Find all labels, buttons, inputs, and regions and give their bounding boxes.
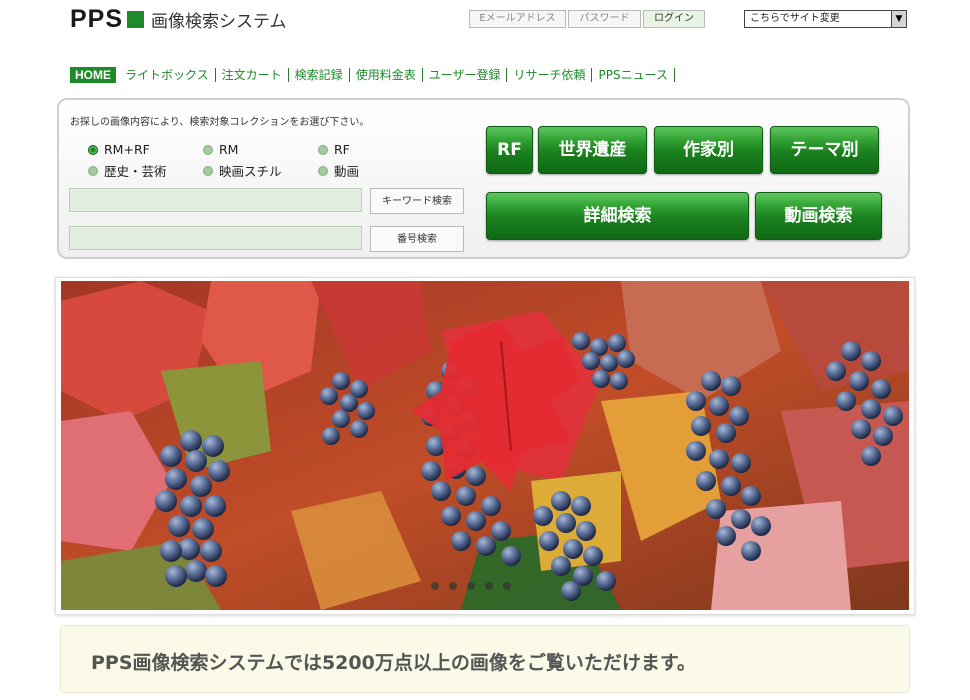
radio-history-art[interactable]: 歴史・芸術: [88, 161, 167, 180]
number-input[interactable]: [70, 228, 361, 250]
radio-label: 動画: [334, 164, 360, 179]
nav-item-news[interactable]: PPSニュース: [592, 67, 675, 82]
site-select-value: こちらでサイト変更: [750, 13, 840, 24]
nav-item-history[interactable]: 検索記録: [289, 67, 350, 82]
number-search-button[interactable]: 番号検索: [370, 226, 464, 252]
logo[interactable]: PPS 画像検索システム: [70, 4, 287, 33]
info-message: PPS画像検索システムでは5200万点以上の画像をご覧いただけます。: [91, 652, 696, 674]
radio-label: 歴史・芸術: [104, 164, 167, 179]
artist-button[interactable]: 作家別: [654, 126, 763, 174]
login-button[interactable]: ログイン: [643, 10, 705, 28]
radio-rm-rf[interactable]: RM+RF: [88, 142, 150, 157]
nav-item-register[interactable]: ユーザー登録: [423, 67, 508, 82]
theme-button[interactable]: テーマ別: [770, 126, 879, 174]
main-nav: HOME ライトボックス 注文カート 検索記録 使用料金表 ユーザー登録 リサー…: [70, 66, 675, 83]
radio-video[interactable]: 動画: [318, 161, 359, 180]
nav-home[interactable]: HOME: [70, 66, 116, 83]
keyword-input[interactable]: [70, 190, 361, 212]
radio-icon: [203, 165, 213, 176]
radio-icon: [88, 165, 98, 176]
radio-icon: [318, 144, 328, 155]
logo-text: PPS: [70, 4, 124, 33]
radio-label: RM: [219, 142, 239, 157]
keyword-search-button[interactable]: キーワード検索: [370, 188, 464, 214]
site-select-dropdown[interactable]: こちらでサイト変更 ▼: [744, 10, 907, 28]
keyword-field[interactable]: [69, 188, 362, 212]
radio-icon: [203, 144, 213, 155]
search-intro: お探しの画像内容により、検索対象コレクションをお選び下さい。: [70, 117, 370, 128]
radio-label: 映画スチル: [219, 164, 282, 179]
hero-banner[interactable]: [55, 277, 915, 615]
radio-label: RM+RF: [104, 142, 150, 157]
nav-item-research[interactable]: リサーチ依頼: [507, 67, 593, 82]
number-field[interactable]: [69, 226, 362, 250]
radio-icon: [318, 165, 328, 176]
logo-square-icon: [127, 10, 145, 28]
world-heritage-button[interactable]: 世界遺産: [538, 126, 647, 174]
radio-movie-still[interactable]: 映画スチル: [203, 161, 282, 180]
rf-button[interactable]: RF: [486, 126, 533, 174]
detail-search-button[interactable]: 詳細検索: [486, 192, 749, 240]
nav-item-lightbox[interactable]: ライトボックス: [119, 67, 216, 82]
logo-subtitle: 画像検索システム: [151, 11, 287, 32]
email-field[interactable]: Eメールアドレス: [469, 10, 566, 28]
nav-item-pricing[interactable]: 使用料金表: [350, 67, 423, 82]
radio-label: RF: [334, 142, 350, 157]
radio-rf[interactable]: RF: [318, 142, 350, 157]
nav-item-cart[interactable]: 注文カート: [216, 67, 289, 82]
video-search-button[interactable]: 動画検索: [755, 192, 882, 240]
grapes-photo: [61, 281, 909, 610]
chevron-down-icon[interactable]: ▼: [891, 11, 906, 27]
radio-rm[interactable]: RM: [203, 142, 238, 157]
info-message-bar: PPS画像検索システムでは5200万点以上の画像をご覧いただけます。: [60, 625, 910, 693]
password-field[interactable]: パスワード: [568, 10, 641, 28]
radio-selected-icon: [88, 144, 98, 155]
